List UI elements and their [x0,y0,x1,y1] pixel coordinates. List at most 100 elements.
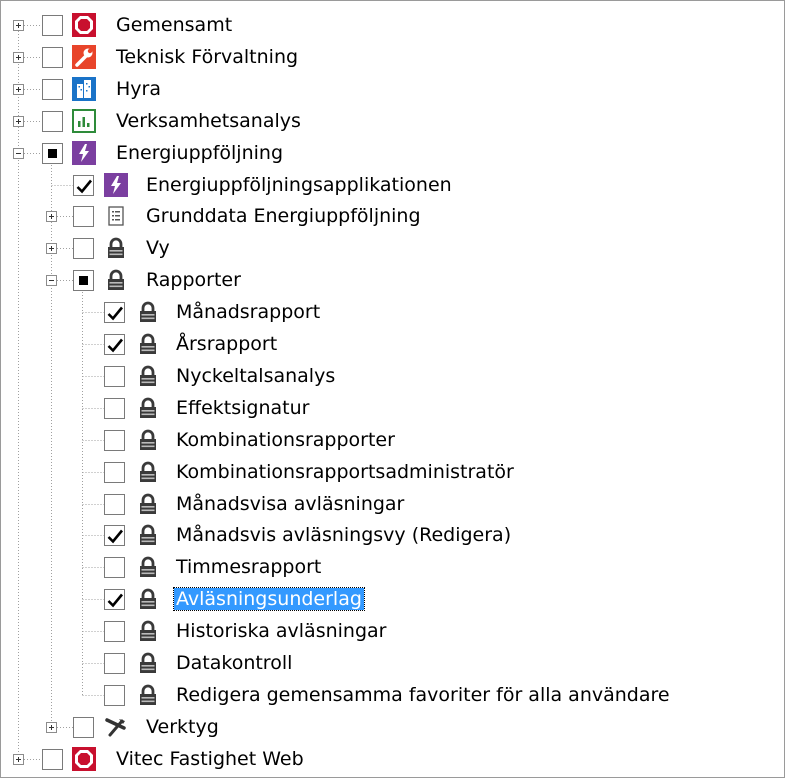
tree-node[interactable]: Vitec Fastighet Web [0,743,785,775]
node-checkbox[interactable] [104,685,125,706]
tree-node[interactable]: Energiuppföljningsapplikationen [0,169,785,201]
tree-node[interactable]: Kombinationsrapportsadministratör [0,456,785,488]
bar-chart-icon [72,109,96,133]
padlock-icon [136,492,160,516]
node-checkbox[interactable] [42,749,63,770]
lightning-icon [104,173,128,197]
tree-node[interactable]: Verksamhetsanalys [0,105,785,137]
node-checkbox[interactable] [42,79,63,100]
tree-node[interactable]: Historiska avläsningar [0,615,785,647]
node-label[interactable]: Vitec Fastighet Web [116,748,304,770]
node-checkbox[interactable] [104,366,125,387]
node-label[interactable]: Kombinationsrapportsadministratör [176,461,514,483]
tree-node[interactable]: Nyckeltalsanalys [0,360,785,392]
padlock-icon [136,523,160,547]
node-label[interactable]: Energiuppföljning [116,142,283,164]
padlock-icon [136,300,160,324]
node-label[interactable]: Gemensamt [116,14,232,36]
node-label[interactable]: Månadsrapport [176,301,320,323]
tree-node[interactable]: Teknisk Förvaltning [0,41,785,73]
node-label[interactable]: Datakontroll [176,652,292,674]
node-label[interactable]: Kombinationsrapporter [176,429,395,451]
node-checkbox[interactable] [104,462,125,483]
node-label[interactable]: Grunddata Energiuppföljning [146,205,421,227]
tools-icon [104,715,128,739]
node-checkbox[interactable] [73,206,94,227]
collapse-icon[interactable] [13,148,24,159]
red-octagon-icon [72,13,96,37]
node-checkbox[interactable] [104,589,125,610]
permission-tree[interactable]: Gemensamt Teknisk Förvaltning Hyra Verksamh… [0,0,785,778]
tree-node[interactable]: Gemensamt [0,9,785,41]
node-label[interactable]: Redigera gemensamma favoriter för alla a… [176,684,670,706]
tree-node[interactable]: Redigera gemensamma favoriter för alla a… [0,679,785,711]
expand-icon[interactable] [46,211,57,222]
node-checkbox[interactable] [42,47,63,68]
expand-icon[interactable] [46,722,57,733]
tree-node[interactable]: Årsrapport [0,328,785,360]
node-label[interactable]: Månadsvis avläsningsvy (Redigera) [176,524,511,546]
tree-node[interactable]: Månadsrapport [0,296,785,328]
tree-node[interactable]: Kombinationsrapporter [0,424,785,456]
node-label[interactable]: Verktyg [146,716,219,738]
node-checkbox[interactable] [42,143,63,164]
padlock-icon [136,651,160,675]
tree-node[interactable]: Grunddata Energiuppföljning [0,200,785,232]
node-checkbox[interactable] [104,334,125,355]
node-label[interactable]: Månadsvisa avläsningar [176,493,404,515]
wrench-icon [72,45,96,69]
node-checkbox[interactable] [104,494,125,515]
padlock-icon [136,428,160,452]
node-checkbox[interactable] [73,175,94,196]
document-icon [104,204,128,228]
padlock-icon [136,619,160,643]
padlock-icon [136,555,160,579]
tree-node[interactable]: Vy [0,232,785,264]
expand-icon[interactable] [13,20,24,31]
tree-node[interactable]: Datakontroll [0,647,785,679]
node-checkbox[interactable] [104,525,125,546]
collapse-icon[interactable] [46,275,57,286]
node-checkbox[interactable] [104,398,125,419]
tree-node[interactable]: Rapporter [0,264,785,296]
node-checkbox[interactable] [73,717,94,738]
node-label[interactable]: Energiuppföljningsapplikationen [146,174,452,196]
expand-icon[interactable] [13,754,24,765]
padlock-icon [136,396,160,420]
tree-node[interactable]: Månadsvisa avläsningar [0,488,785,520]
node-label[interactable]: Vy [146,237,170,259]
padlock-icon [136,587,160,611]
red-octagon-icon [72,747,96,771]
node-checkbox[interactable] [104,621,125,642]
node-label[interactable]: Hyra [116,78,161,100]
tree-node[interactable]: Energiuppföljning [0,137,785,169]
node-label[interactable]: Historiska avläsningar [176,620,386,642]
node-checkbox[interactable] [104,302,125,323]
expand-icon[interactable] [13,52,24,63]
node-checkbox[interactable] [104,653,125,674]
node-label[interactable]: Avläsningsunderlag [173,587,365,611]
tree-node[interactable]: Verktyg [0,711,785,743]
node-checkbox[interactable] [104,557,125,578]
node-checkbox[interactable] [42,15,63,36]
tree-node[interactable]: Månadsvis avläsningsvy (Redigera) [0,519,785,551]
tree-node[interactable]: Timmesrapport [0,551,785,583]
tree-node[interactable]: Effektsignatur [0,392,785,424]
padlock-icon [104,236,128,260]
tree-node[interactable]: Avläsningsunderlag [0,583,785,615]
node-checkbox[interactable] [104,430,125,451]
node-label[interactable]: Årsrapport [176,333,277,355]
node-label[interactable]: Timmesrapport [176,556,321,578]
expand-icon[interactable] [13,116,24,127]
node-label[interactable]: Teknisk Förvaltning [116,46,298,68]
node-label[interactable]: Nyckeltalsanalys [176,365,335,387]
node-checkbox[interactable] [42,111,63,132]
node-label[interactable]: Rapporter [146,269,241,291]
tree-node[interactable]: Hyra [0,73,785,105]
expand-icon[interactable] [46,243,57,254]
expand-icon[interactable] [13,84,24,95]
node-label[interactable]: Verksamhetsanalys [116,110,301,132]
node-checkbox[interactable] [73,238,94,259]
node-label[interactable]: Effektsignatur [176,397,309,419]
node-checkbox[interactable] [73,270,94,291]
